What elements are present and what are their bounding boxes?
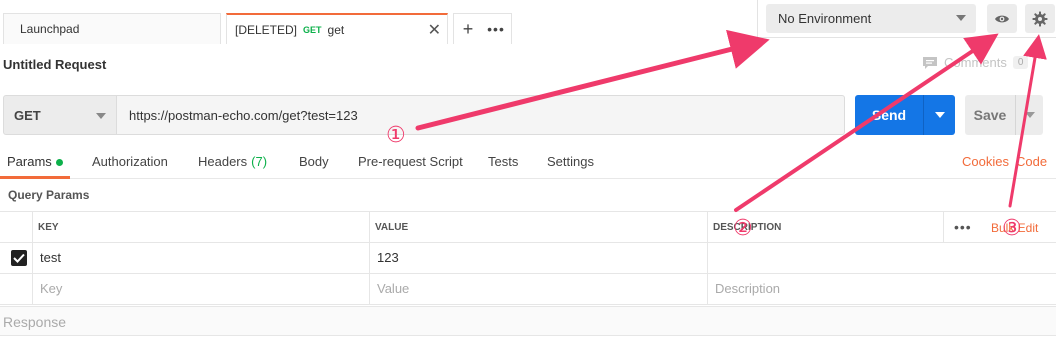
- table-divider: [0, 242, 1056, 243]
- environment-quick-look-button[interactable]: [987, 4, 1017, 33]
- tab-request-name: get: [327, 22, 345, 37]
- save-options-button[interactable]: [1015, 95, 1043, 135]
- table-divider: [0, 304, 1056, 305]
- tab-pre-request-script[interactable]: Pre-request Script: [358, 154, 463, 169]
- tab-headers[interactable]: Headers (7): [198, 154, 267, 169]
- column-header-value: VALUE: [375, 222, 409, 233]
- column-header-key: KEY: [38, 222, 59, 233]
- tab-params[interactable]: Params: [7, 154, 63, 169]
- column-divider: [32, 211, 33, 305]
- column-divider: [707, 211, 708, 305]
- tab-settings[interactable]: Settings: [547, 154, 594, 169]
- param-enabled-checkbox[interactable]: [11, 250, 27, 266]
- tab-request-get[interactable]: [DELETED] GET get ✕: [226, 13, 448, 44]
- url-input-value: https://postman-echo.com/get?test=123: [129, 107, 358, 123]
- annotation-marker-3: ③: [1002, 216, 1022, 241]
- params-active-dot: [55, 159, 63, 167]
- tab-tests[interactable]: Tests: [488, 154, 518, 169]
- manage-environments-button[interactable]: [1025, 4, 1055, 33]
- postman-window: Launchpad [DELETED] GET get ✕ + ••• No E…: [0, 0, 1056, 346]
- method-select[interactable]: GET: [3, 95, 117, 135]
- save-button[interactable]: Save: [965, 95, 1043, 135]
- param-value-cell[interactable]: 123: [377, 250, 399, 265]
- query-params-title: Query Params: [8, 188, 90, 202]
- environment-select-value: No Environment: [778, 11, 872, 26]
- chevron-down-icon: [96, 113, 106, 119]
- response-label: Response: [3, 314, 67, 330]
- column-divider: [369, 211, 370, 305]
- url-input[interactable]: https://postman-echo.com/get?test=123: [117, 95, 845, 135]
- close-tab-icon[interactable]: ✕: [428, 20, 441, 40]
- table-divider: [0, 273, 1056, 274]
- chevron-down-icon: [1024, 112, 1035, 118]
- save-button-label: Save: [973, 107, 1007, 123]
- send-options-button[interactable]: [923, 95, 955, 135]
- comments-button[interactable]: Comments 0: [922, 55, 1029, 70]
- table-more-icon[interactable]: •••: [954, 219, 972, 235]
- tab-deleted-prefix: [DELETED]: [235, 22, 298, 37]
- new-value-input[interactable]: Value: [377, 281, 409, 296]
- tab-method-badge: GET: [303, 24, 322, 35]
- eye-icon: [995, 15, 1009, 22]
- comments-label: Comments: [944, 55, 1007, 70]
- tab-params-label: Params: [7, 154, 52, 169]
- active-tab-indicator: [0, 176, 70, 179]
- new-tab-plus-icon[interactable]: +: [454, 19, 482, 40]
- method-select-value: GET: [14, 107, 41, 123]
- send-button[interactable]: Send: [855, 95, 955, 135]
- chevron-down-icon: [934, 112, 945, 118]
- request-title[interactable]: Untitled Request: [3, 57, 106, 72]
- chevron-down-icon: [956, 15, 966, 21]
- query-params-table: KEY VALUE DESCRIPTION test 123 Key Value…: [0, 211, 1056, 305]
- new-key-input[interactable]: Key: [40, 281, 62, 296]
- code-link[interactable]: Code: [1016, 154, 1047, 169]
- headers-count: (7): [251, 154, 268, 169]
- tab-more-icon[interactable]: •••: [482, 21, 510, 37]
- tab-headers-label: Headers: [198, 154, 248, 169]
- check-icon: [13, 253, 25, 263]
- tab-launchpad[interactable]: Launchpad: [3, 13, 221, 44]
- param-key-cell[interactable]: test: [40, 250, 61, 265]
- cookies-link[interactable]: Cookies: [962, 154, 1009, 169]
- comment-icon: [923, 56, 937, 69]
- annotation-marker-1: ①: [386, 123, 406, 148]
- send-button-label: Send: [871, 107, 907, 123]
- environment-select[interactable]: No Environment: [766, 4, 976, 33]
- tab-actions: + •••: [453, 13, 512, 44]
- gear-icon: [1032, 11, 1048, 26]
- comments-count-badge: 0: [1012, 56, 1029, 69]
- column-divider: [943, 211, 944, 242]
- new-description-input[interactable]: Description: [715, 281, 780, 296]
- tab-authorization[interactable]: Authorization: [92, 154, 168, 169]
- tab-body[interactable]: Body: [299, 154, 329, 169]
- table-divider: [0, 211, 1056, 212]
- tab-launchpad-label: Launchpad: [20, 22, 80, 36]
- response-section: Response: [0, 306, 1056, 336]
- request-tabs: Params Authorization Headers (7) Body Pre…: [0, 146, 1056, 179]
- annotation-marker-2: ②: [733, 216, 753, 241]
